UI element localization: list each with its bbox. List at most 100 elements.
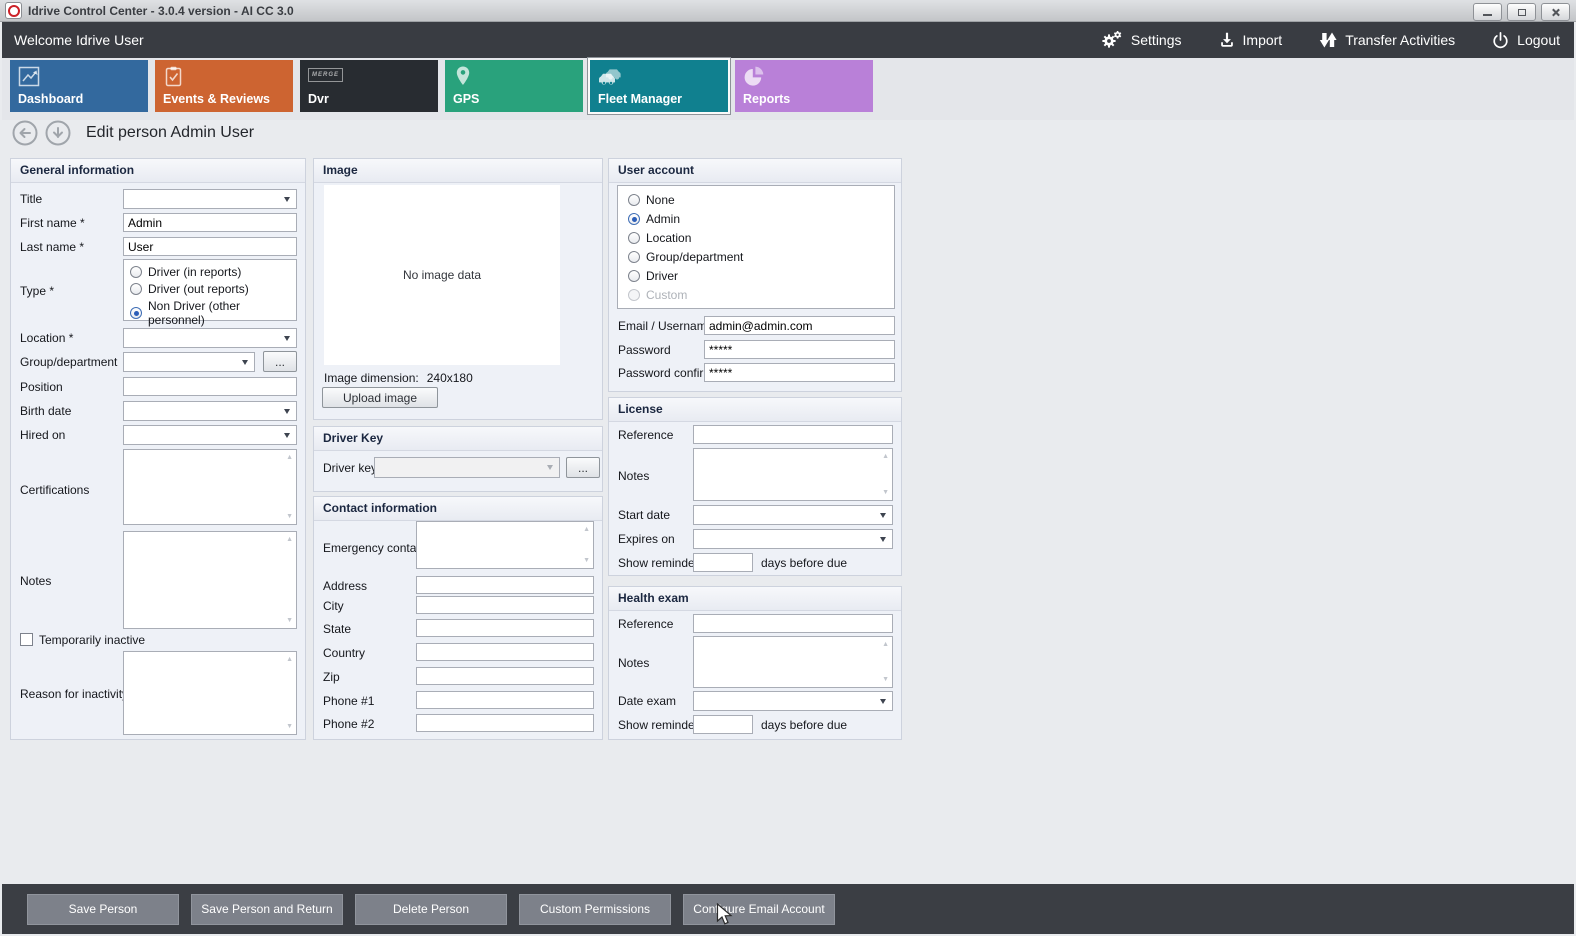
- tab-events-reviews[interactable]: Events & Reviews: [155, 60, 293, 112]
- hired-on-label: Hired on: [20, 428, 65, 442]
- certifications-textarea[interactable]: ▲▼: [123, 449, 297, 525]
- first-name-field[interactable]: [123, 213, 297, 232]
- arrow-left-icon: [12, 120, 38, 146]
- last-name-label: Last name *: [20, 240, 84, 254]
- logout-label: Logout: [1517, 32, 1560, 48]
- image-panel: Image No image data Image dimension: 240…: [313, 158, 603, 420]
- health-reminder-days-field[interactable]: [693, 715, 753, 734]
- radio-icon: [628, 251, 640, 263]
- image-dimension-label: Image dimension:: [324, 371, 419, 385]
- role-option-none[interactable]: None: [628, 193, 884, 207]
- minimize-icon: [1483, 14, 1492, 16]
- temporarily-inactive-label: Temporarily inactive: [39, 633, 145, 647]
- general-information-panel: General information Title First name * L…: [10, 158, 306, 740]
- state-field[interactable]: [416, 619, 594, 637]
- role-option-location[interactable]: Location: [628, 231, 884, 245]
- chevron-down-icon: [284, 336, 290, 341]
- last-name-field[interactable]: [123, 237, 297, 256]
- tab-reports[interactable]: Reports: [735, 60, 873, 112]
- role-option-group-department[interactable]: Group/department: [628, 250, 884, 264]
- phone1-field[interactable]: [416, 691, 594, 709]
- type-option-driver-out[interactable]: Driver (out reports): [130, 282, 290, 296]
- transfer-activities-label: Transfer Activities: [1345, 32, 1455, 48]
- password-field[interactable]: [704, 340, 895, 359]
- action-bar: Save Person Save Person and Return Delet…: [2, 884, 1574, 934]
- close-button[interactable]: [1541, 3, 1570, 21]
- import-button[interactable]: Import: [1218, 29, 1283, 51]
- group-department-dropdown[interactable]: [123, 352, 255, 372]
- address-field[interactable]: [416, 576, 594, 594]
- email-username-field[interactable]: [704, 316, 895, 335]
- reason-textarea[interactable]: ▲▼: [123, 651, 297, 735]
- title-dropdown[interactable]: [123, 189, 297, 209]
- phone2-field[interactable]: [416, 714, 594, 732]
- group-department-more-button[interactable]: ...: [263, 351, 297, 372]
- type-option-non-driver[interactable]: Non Driver (other personnel): [130, 299, 290, 327]
- role-option-admin[interactable]: Admin: [628, 212, 884, 226]
- emergency-contact-textarea[interactable]: ▲▼: [416, 521, 594, 569]
- zip-label: Zip: [323, 670, 340, 684]
- role-option-driver[interactable]: Driver: [628, 269, 884, 283]
- radio-icon: [628, 194, 640, 206]
- country-field[interactable]: [416, 643, 594, 661]
- position-field[interactable]: [123, 377, 297, 396]
- date-exam-dropdown[interactable]: [693, 691, 893, 711]
- page-title-name: Admin User: [171, 124, 255, 141]
- dvr-logo-icon: MERGE: [308, 68, 343, 82]
- arrow-down-icon: [45, 120, 71, 146]
- password-label: Password: [618, 343, 671, 357]
- configure-email-account-button[interactable]: Configure Email Account: [683, 894, 835, 925]
- back-button[interactable]: [12, 120, 38, 146]
- tab-dashboard[interactable]: Dashboard: [10, 60, 148, 112]
- save-person-and-return-button[interactable]: Save Person and Return: [191, 894, 343, 925]
- health-notes-textarea[interactable]: ▲▼: [693, 636, 893, 688]
- chevron-down-icon: [284, 409, 290, 414]
- expires-on-dropdown[interactable]: [693, 529, 893, 549]
- city-field[interactable]: [416, 596, 594, 614]
- settings-button[interactable]: Settings: [1100, 29, 1182, 51]
- logout-button[interactable]: Logout: [1491, 29, 1560, 51]
- transfer-icon: [1318, 30, 1338, 50]
- birth-date-dropdown[interactable]: [123, 401, 297, 421]
- save-person-button[interactable]: Save Person: [27, 894, 179, 925]
- map-pin-icon: [453, 65, 473, 88]
- maximize-button[interactable]: [1507, 3, 1536, 21]
- license-notes-textarea[interactable]: ▲▼: [693, 448, 893, 501]
- upload-image-button[interactable]: Upload image: [322, 387, 438, 408]
- delete-person-button[interactable]: Delete Person: [355, 894, 507, 925]
- hired-on-dropdown[interactable]: [123, 425, 297, 445]
- scroll-up-icon: ▲: [286, 656, 293, 663]
- radio-icon: [130, 266, 142, 278]
- location-label: Location *: [20, 331, 73, 345]
- minimize-button[interactable]: [1473, 3, 1502, 21]
- panel-title: General information: [11, 159, 305, 183]
- address-label: Address: [323, 579, 367, 593]
- zip-field[interactable]: [416, 667, 594, 685]
- license-reference-field[interactable]: [693, 425, 893, 444]
- panel-title: Image: [314, 159, 602, 183]
- transfer-activities-button[interactable]: Transfer Activities: [1318, 29, 1455, 51]
- password-confirm-field[interactable]: [704, 363, 895, 382]
- start-date-dropdown[interactable]: [693, 505, 893, 525]
- temporarily-inactive-checkbox[interactable]: [20, 633, 33, 646]
- notes-textarea[interactable]: ▲▼: [123, 531, 297, 629]
- type-option-driver-in[interactable]: Driver (in reports): [130, 265, 290, 279]
- driver-key-more-button[interactable]: ...: [566, 457, 600, 478]
- gear-icon: [1100, 29, 1124, 51]
- state-label: State: [323, 622, 351, 636]
- image-preview: No image data: [324, 185, 560, 365]
- app-logo-icon: [5, 2, 22, 19]
- mouse-cursor: [716, 903, 734, 927]
- driver-key-dropdown[interactable]: [374, 457, 560, 478]
- health-days-before-due-label: days before due: [761, 718, 847, 732]
- tab-fleet-manager[interactable]: Fleet Manager: [590, 60, 728, 112]
- health-reference-field[interactable]: [693, 614, 893, 633]
- tab-gps[interactable]: GPS: [445, 60, 583, 112]
- scroll-up-icon: ▲: [882, 453, 889, 460]
- scroll-down-icon: ▼: [882, 676, 889, 683]
- license-reminder-days-field[interactable]: [693, 553, 753, 572]
- tab-dvr[interactable]: MERGE Dvr: [300, 60, 438, 112]
- custom-permissions-button[interactable]: Custom Permissions: [519, 894, 671, 925]
- scroll-down-button[interactable]: [45, 120, 71, 146]
- location-dropdown[interactable]: [123, 328, 297, 348]
